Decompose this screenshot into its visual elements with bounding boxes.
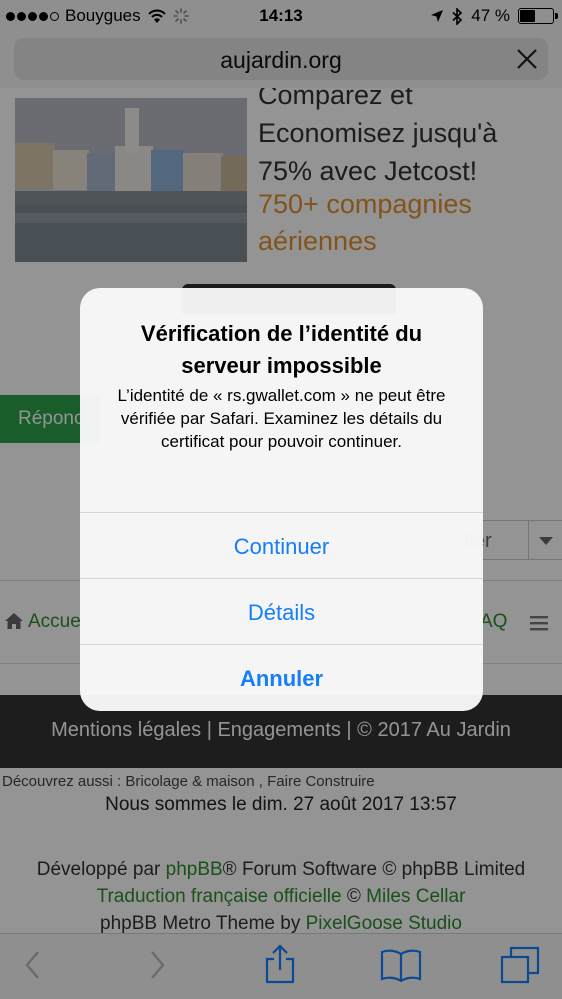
alert-title: Vérification de l’identité du serveur im… — [140, 321, 423, 378]
details-button[interactable]: Détails — [80, 578, 483, 644]
continue-button[interactable]: Continuer — [80, 512, 483, 578]
cancel-button[interactable]: Annuler — [80, 644, 483, 710]
alert-message: L’identité de « rs.gwallet.com » ne peut… — [117, 386, 446, 451]
certificate-alert: Vérification de l’identité du serveur im… — [80, 288, 483, 711]
